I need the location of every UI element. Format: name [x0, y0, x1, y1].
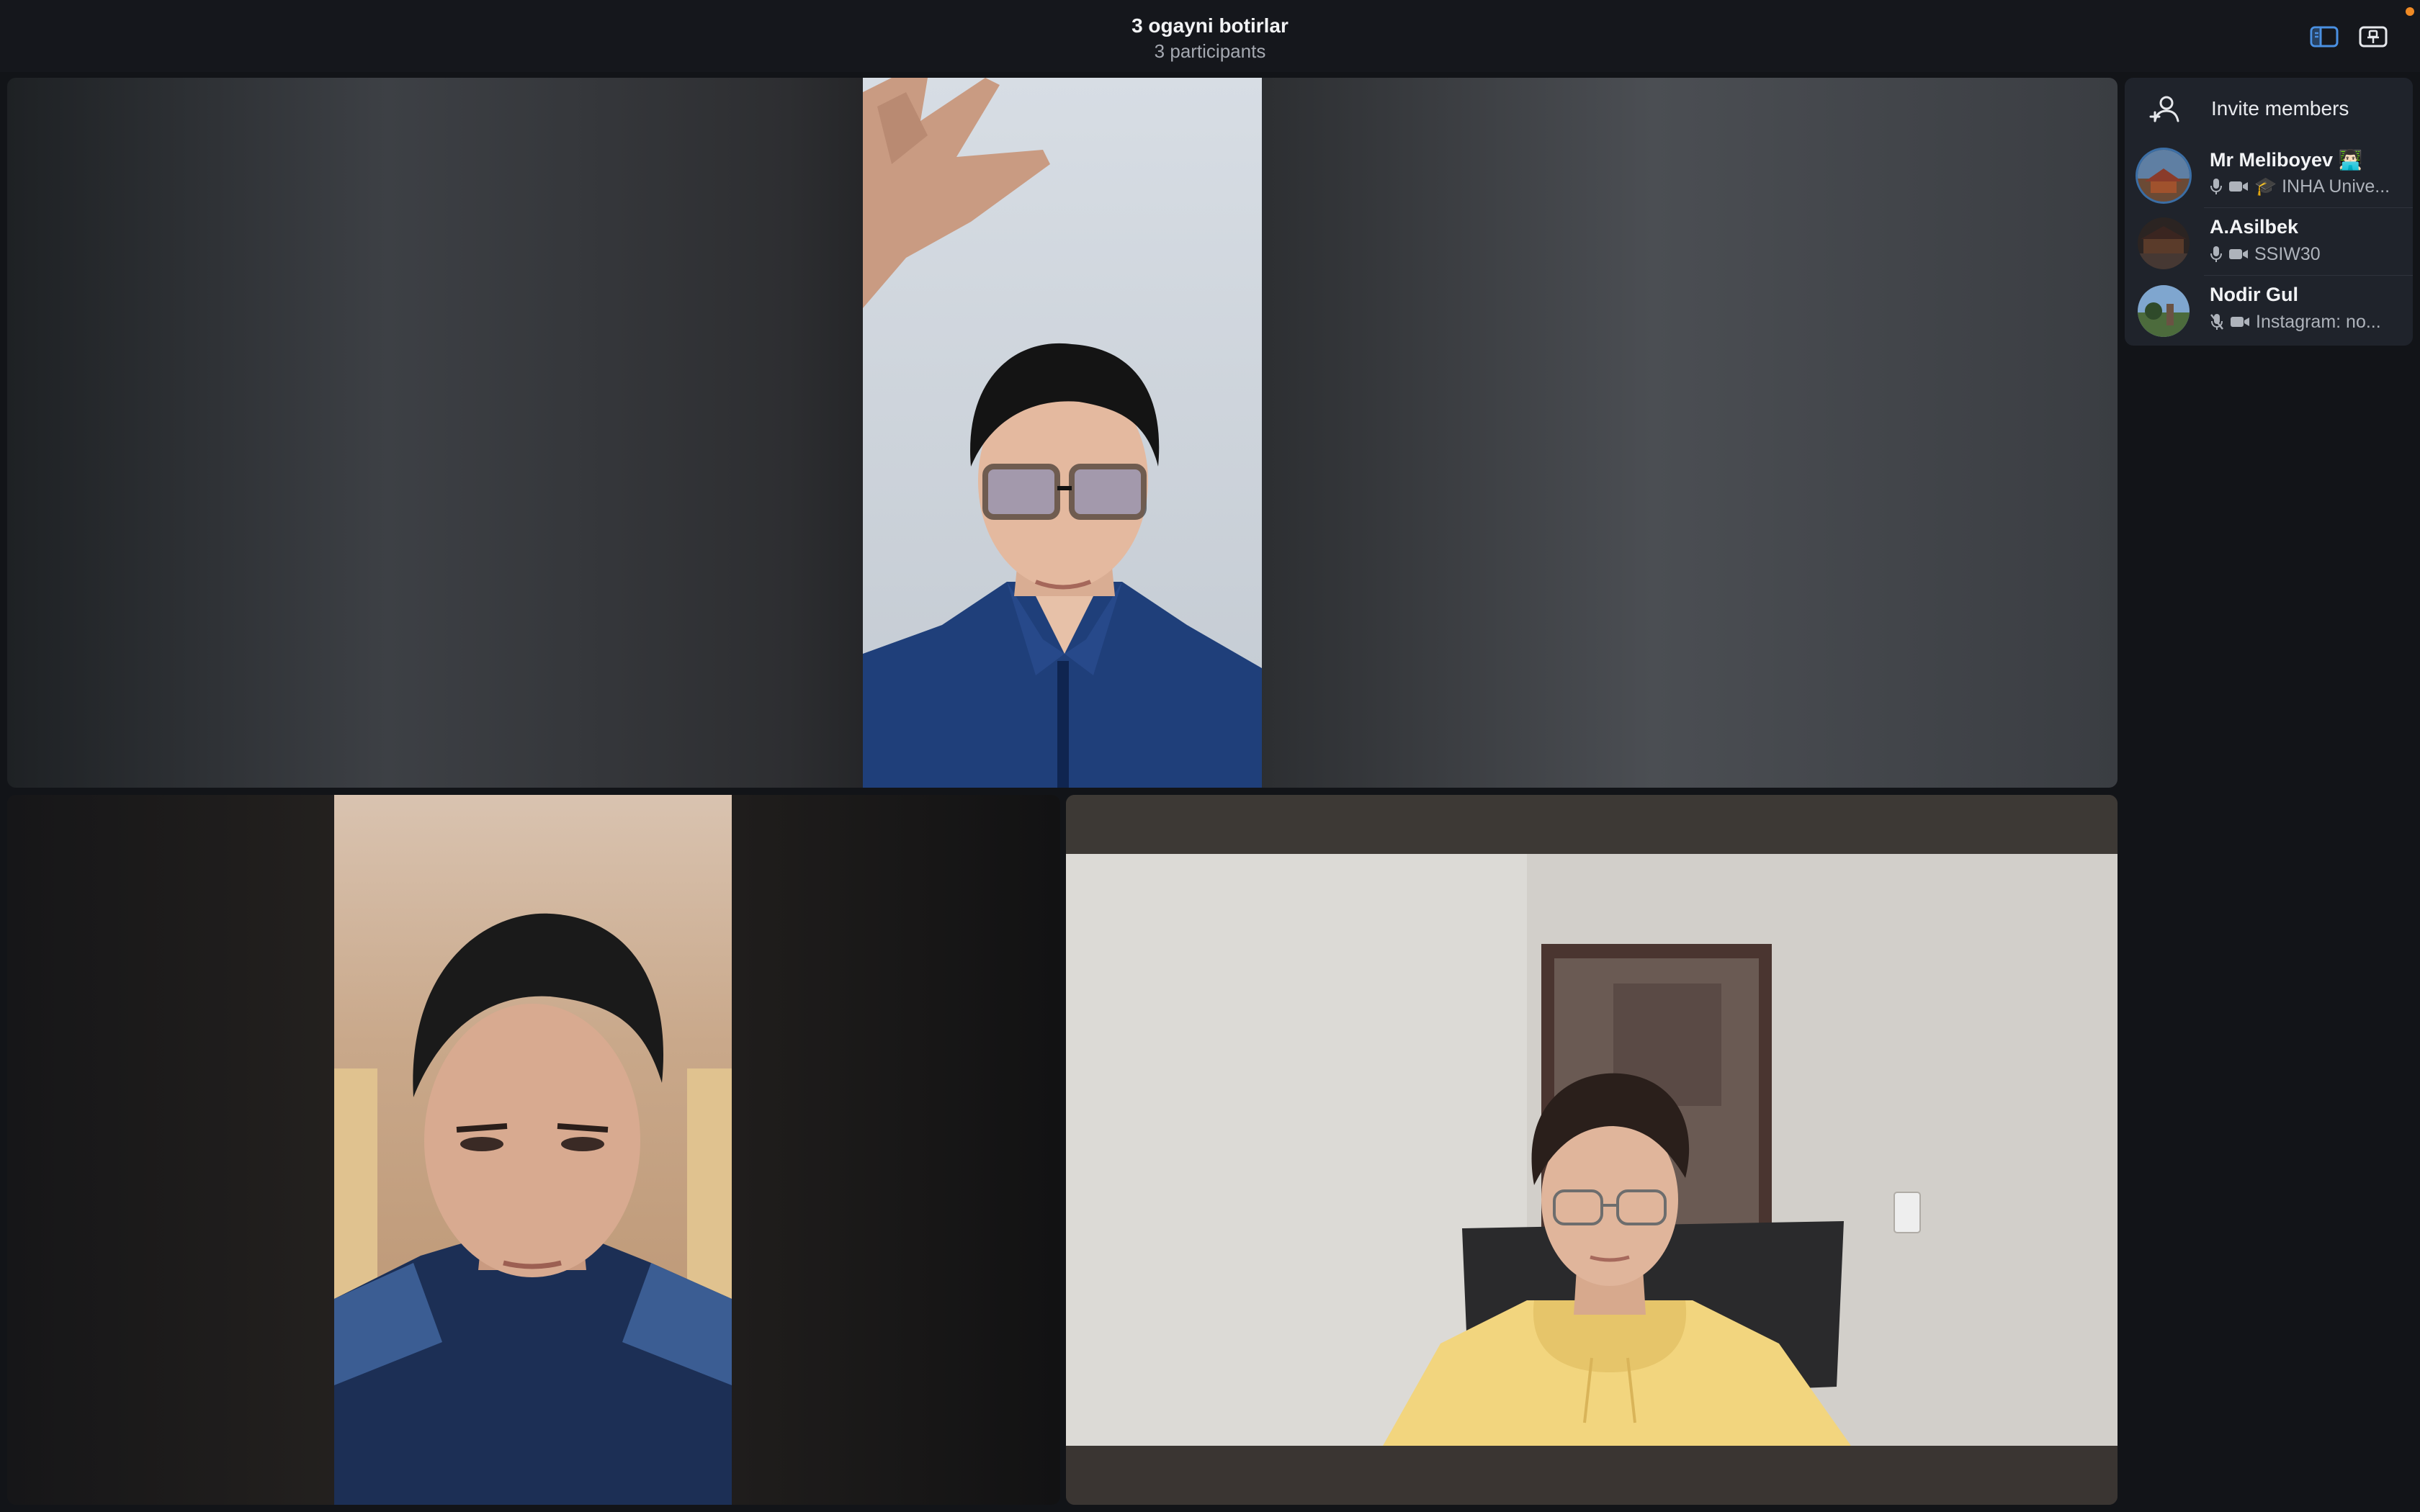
add-person-icon	[2149, 96, 2179, 122]
participant-video	[1066, 854, 2118, 1446]
member-name: Mr Meliboyev 👨🏻‍💻	[2210, 149, 2363, 171]
member-status: Instagram: no...	[2210, 311, 2381, 333]
sidebar-toggle-button[interactable]	[2309, 24, 2339, 49]
member-name: Nodir Gul	[2210, 284, 2298, 305]
invite-members-label: Invite members	[2211, 97, 2349, 120]
notification-dot	[2406, 7, 2414, 16]
avatar	[2138, 217, 2190, 269]
member-status: SSIW30	[2210, 243, 2321, 265]
microphone-icon	[2210, 178, 2223, 195]
participant-video	[863, 78, 1262, 788]
video-tile-bottom-left[interactable]	[7, 795, 1060, 1505]
participant-count: 3 participants	[1154, 40, 1266, 62]
avatar	[2138, 150, 2190, 202]
sidebar-toggle-icon	[2310, 26, 2339, 48]
member-status: 🎓 INHA Unive...	[2210, 176, 2390, 197]
call-header: 3 ogayni botirlar 3 participants	[0, 0, 2420, 72]
member-name: A.Asilbek	[2210, 216, 2299, 238]
microphone-muted-icon	[2210, 313, 2224, 330]
participants-panel: Invite members Mr Meliboyev 👨🏻‍💻 🎓 INHA …	[2125, 78, 2413, 346]
member-row[interactable]: Mr Meliboyev 👨🏻‍💻 🎓 INHA Unive...	[2125, 140, 2413, 207]
letterbox-top	[1066, 795, 2118, 854]
member-row[interactable]: Nodir Gul Instagram: no...	[2125, 275, 2413, 343]
letterbox-bottom	[1066, 1446, 2118, 1505]
video-camera-icon	[2228, 179, 2249, 194]
microphone-icon	[2210, 246, 2223, 263]
call-title: 3 ogayni botirlar	[1131, 14, 1289, 37]
member-emoji: 👨🏻‍💻	[2338, 149, 2363, 171]
avatar	[2138, 285, 2190, 337]
member-row[interactable]: A.Asilbek SSIW30	[2125, 207, 2413, 275]
member-bio: Instagram: no...	[2256, 311, 2381, 332]
pin-window-button[interactable]	[2358, 24, 2388, 49]
video-camera-icon	[2228, 247, 2249, 261]
video-tile-top[interactable]	[7, 78, 2118, 788]
video-camera-icon	[2230, 315, 2250, 329]
pin-window-icon	[2359, 26, 2388, 48]
member-bio: 🎓 INHA Unive...	[2254, 176, 2390, 197]
member-bio: SSIW30	[2254, 243, 2321, 264]
invite-members-button[interactable]: Invite members	[2125, 78, 2413, 140]
participant-video	[334, 795, 732, 1505]
video-tile-bottom-right[interactable]	[1066, 795, 2118, 1505]
